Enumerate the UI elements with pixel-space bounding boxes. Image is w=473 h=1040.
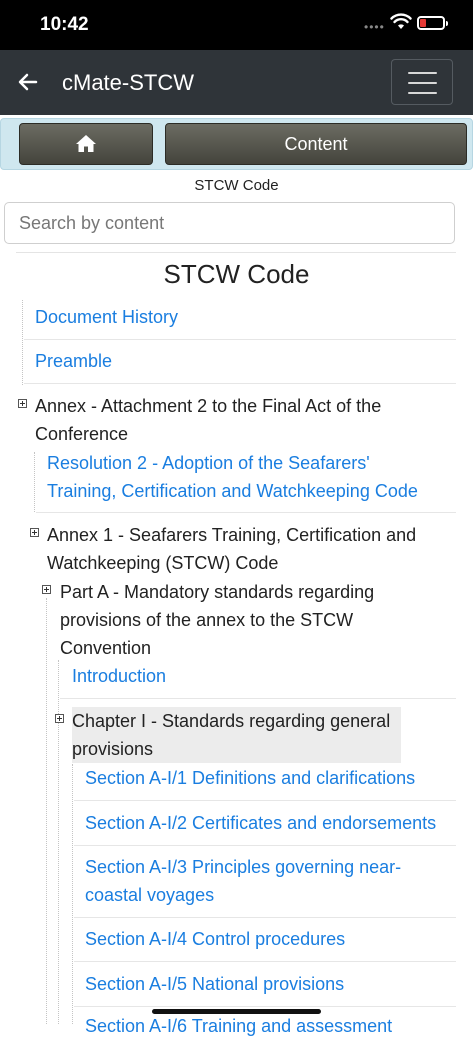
home-indicator [152,1009,321,1014]
tree-link-resolution-2[interactable]: Resolution 2 - Adoption of the Seafarers… [47,449,418,505]
expand-toggle-icon[interactable] [18,399,27,408]
content-tree: Document History Preamble Annex - Attach… [0,0,473,1036]
tree-link-introduction[interactable]: Introduction [72,662,166,690]
tree-node-annex-1[interactable]: Annex 1 - Seafarers Training, Certificat… [47,521,416,577]
tree-link-section-a-i-2[interactable]: Section A-I/2 Certificates and endorseme… [85,809,436,837]
tree-link-section-a-i-4[interactable]: Section A-I/4 Control procedures [85,925,345,953]
tree-link-section-a-i-5[interactable]: Section A-I/5 National provisions [85,970,344,998]
tree-node-part-a[interactable]: Part A - Mandatory standards regarding p… [60,578,374,662]
expand-toggle-icon[interactable] [42,585,51,594]
tree-guide [34,452,35,512]
tree-guide [72,764,73,1024]
tree-link-section-a-i-3[interactable]: Section A-I/3 Principles governing near-… [85,853,401,909]
tree-link-document-history[interactable]: Document History [35,303,178,331]
expand-toggle-icon[interactable] [30,528,39,537]
tree-node-chapter-1[interactable]: Chapter I - Standards regarding general … [72,707,401,763]
expand-toggle-icon[interactable] [55,714,64,723]
tree-guide [46,598,47,1024]
tree-link-section-a-i-6[interactable]: Section A-I/6 Training and assessment [85,1012,392,1040]
tree-link-preamble[interactable]: Preamble [35,347,112,375]
tree-guide [22,300,23,385]
tree-link-section-a-i-1[interactable]: Section A-I/1 Definitions and clarificat… [85,764,415,792]
tree-node-annex-attachment[interactable]: Annex - Attachment 2 to the Final Act of… [35,392,381,448]
